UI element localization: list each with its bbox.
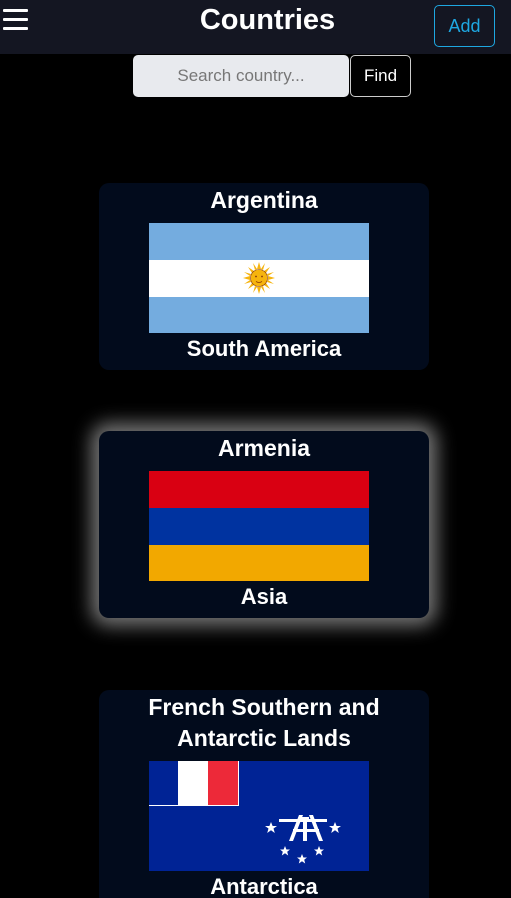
countries-page: Countries Add Find Argentina [0, 0, 511, 898]
french-southern-antarctic-lands-flag [149, 761, 369, 871]
country-name: Armenia [217, 435, 311, 461]
country-region: Asia [240, 584, 288, 609]
country-region: South America [186, 336, 342, 361]
country-region: Antarctica [210, 874, 318, 898]
search-input[interactable] [133, 55, 349, 97]
armenia-flag [149, 471, 369, 581]
argentina-flag [149, 223, 369, 333]
app-header: Countries Add [0, 0, 511, 54]
add-button[interactable]: Add [434, 5, 495, 47]
country-name: Argentina [210, 187, 318, 213]
country-card-armenia[interactable]: Armenia Asia [99, 431, 429, 618]
country-name: French Southern and Antarctic Lands [148, 694, 380, 751]
country-card-french-southern-antarctic-lands[interactable]: French Southern and Antarctic Lands Anta… [99, 690, 429, 898]
country-card-argentina[interactable]: Argentina South America [99, 183, 429, 370]
find-button[interactable]: Find [350, 55, 411, 97]
